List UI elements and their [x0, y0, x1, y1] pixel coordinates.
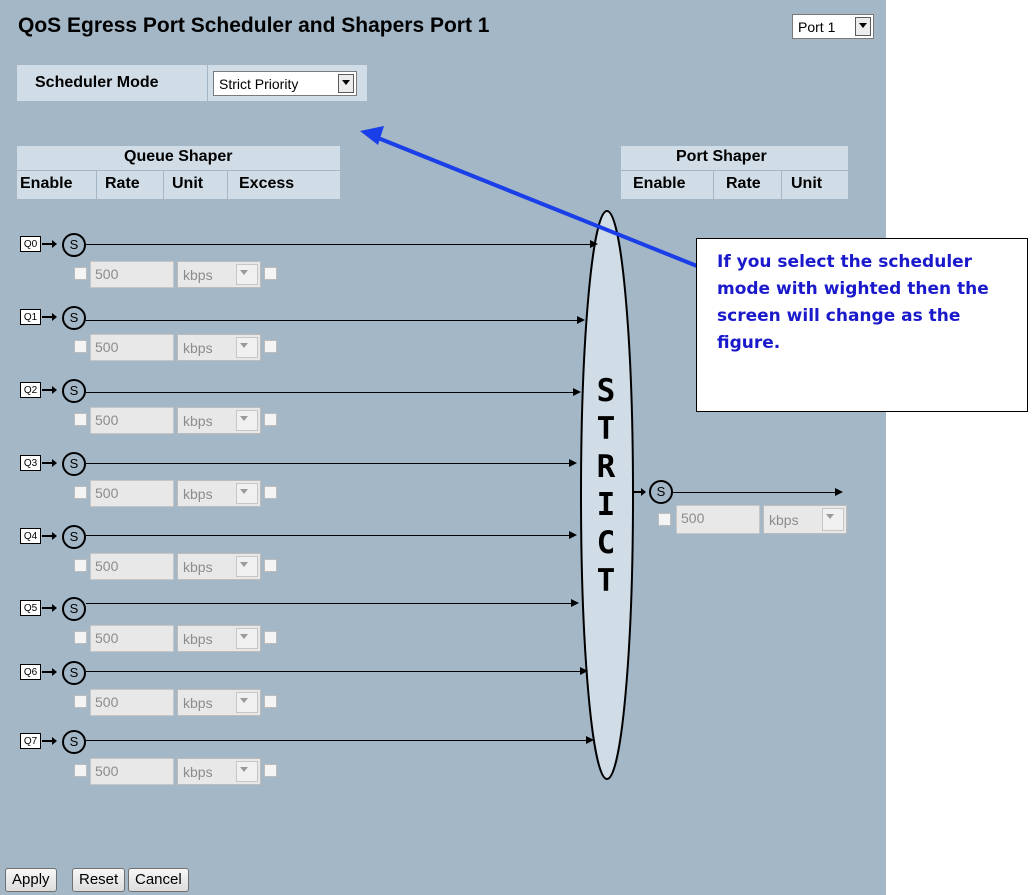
- annotation-callout: If you select the scheduler mode with wi…: [696, 238, 1028, 412]
- annotation-arrow: [360, 126, 698, 268]
